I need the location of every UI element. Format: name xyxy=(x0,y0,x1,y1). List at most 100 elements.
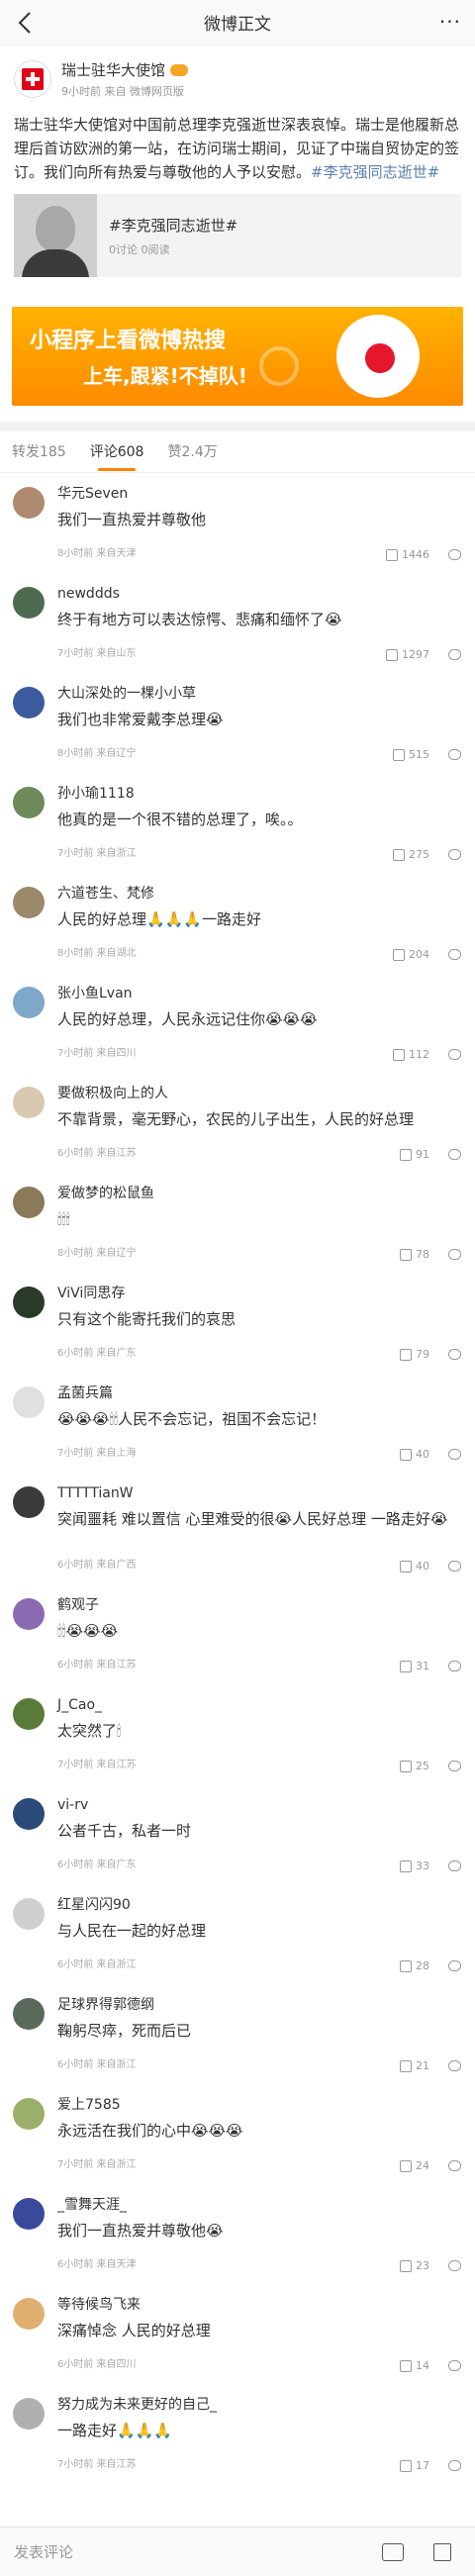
reply-icon[interactable] xyxy=(448,2160,461,2171)
reply-icon[interactable] xyxy=(448,949,461,960)
comment-author[interactable]: 要做积极向上的人 xyxy=(57,1085,461,1102)
avatar[interactable] xyxy=(13,1087,45,1118)
reply-icon[interactable] xyxy=(448,1249,461,1260)
reply-icon[interactable] xyxy=(448,1449,461,1460)
comment-item[interactable]: 大山深处的一棵小小草 我们也非常爱戴李总理😭 8小时前 来自辽宁 515 xyxy=(0,673,475,773)
comment-item[interactable]: _雪舞天涯_ 我们一直热爱并尊敬他😭 6小时前 来自天津 23 xyxy=(0,2184,475,2284)
avatar[interactable] xyxy=(13,1287,45,1318)
comment-like-button[interactable]: 78 xyxy=(400,1248,429,1261)
reply-icon[interactable] xyxy=(448,2260,461,2271)
tab-comments[interactable]: 评论608 xyxy=(90,431,143,473)
comment-like-button[interactable]: 204 xyxy=(393,948,429,961)
comment-item[interactable]: 张小鱼Lvan 人民的好总理，人民永远记住你😭😭😭 7小时前 来自四川 112 xyxy=(0,973,475,1073)
comment-author[interactable]: 爱做梦的松鼠鱼 xyxy=(57,1185,461,1202)
comment-author[interactable]: 六道苍生、梵修 xyxy=(57,885,461,903)
comment-input[interactable]: 发表评论 xyxy=(14,2541,382,2562)
comment-item[interactable]: 孙小瑜1118 他真的是一个很不错的总理了，唉。。 7小时前 来自浙江 275 xyxy=(0,773,475,873)
reply-icon[interactable] xyxy=(448,1761,461,1771)
comment-author[interactable]: TTTTTianW xyxy=(57,1484,461,1502)
avatar[interactable] xyxy=(13,787,45,818)
comment-like-button[interactable]: 31 xyxy=(400,1660,429,1672)
comment-author[interactable]: J_Cao_ xyxy=(57,1696,461,1714)
author-name[interactable]: 瑞士驻华大使馆 xyxy=(61,59,165,80)
tab-reposts[interactable]: 转发185 xyxy=(12,431,66,473)
comment-item[interactable]: J_Cao_ 太突然了🕯 7小时前 来自江苏 25 xyxy=(0,1684,475,1784)
comment-like-button[interactable]: 23 xyxy=(400,2259,429,2272)
comment-item[interactable]: 华元Seven 我们一直热爱并尊敬他 8小时前 来自天津 1446 xyxy=(0,473,475,573)
comment-item[interactable]: 红星闪闪90 与人民在一起的好总理 6小时前 来自浙江 28 xyxy=(0,1884,475,1984)
comment-like-button[interactable]: 17 xyxy=(400,2459,429,2472)
reply-icon[interactable] xyxy=(448,1149,461,1160)
reply-icon[interactable] xyxy=(448,1860,461,1871)
comment-author[interactable]: 等待候鸟飞来 xyxy=(57,2296,461,2314)
avatar[interactable] xyxy=(13,1998,45,2030)
tab-likes[interactable]: 赞2.4万 xyxy=(167,431,217,473)
avatar[interactable] xyxy=(13,2198,45,2230)
avatar[interactable] xyxy=(13,1187,45,1218)
avatar[interactable] xyxy=(13,1898,45,1930)
comment-like-button[interactable]: 40 xyxy=(400,1448,429,1461)
avatar[interactable] xyxy=(13,687,45,718)
reply-icon[interactable] xyxy=(448,849,461,860)
comment-item[interactable]: 要做积极向上的人 不靠背景，毫无野心，农民的儿子出生，人民的好总理 6小时前 来自江… xyxy=(0,1073,475,1173)
post-hashtag[interactable]: #李克强同志逝世# xyxy=(311,163,439,181)
comment-author[interactable]: 张小鱼Lvan xyxy=(57,985,461,1002)
reply-icon[interactable] xyxy=(448,649,461,660)
avatar[interactable] xyxy=(13,1698,45,1730)
comment-author[interactable]: 红星闪闪90 xyxy=(57,1896,461,1914)
comment-like-button[interactable]: 275 xyxy=(393,848,429,861)
comment-item[interactable]: 努力成为未来更好的自己_ 一路走好🙏🙏🙏 7小时前 来自江苏 17 xyxy=(0,2384,475,2484)
comment-like-button[interactable]: 1446 xyxy=(386,548,429,561)
reply-icon[interactable] xyxy=(448,749,461,760)
comment-item[interactable]: TTTTTianW 突闻噩耗 难以置信 心里难受的很😭人民好总理 一路走好😭 6小时… xyxy=(0,1473,475,1584)
comment-like-button[interactable]: 91 xyxy=(400,1148,429,1161)
avatar[interactable] xyxy=(13,1486,45,1518)
comment-item[interactable]: vi-rv 公者千古，私者一时 6小时前 来自广东 33 xyxy=(0,1784,475,1884)
comment-like-button[interactable]: 515 xyxy=(393,748,429,761)
comment-item[interactable]: 孟菌兵篇 😭😭😭🕯🕯人民不会忘记，祖国不会忘记！ 7小时前 来自上海 40 xyxy=(0,1373,475,1473)
comment-author[interactable]: vi-rv xyxy=(57,1796,461,1814)
avatar[interactable] xyxy=(13,1598,45,1630)
reply-icon[interactable] xyxy=(448,2460,461,2471)
reply-icon[interactable] xyxy=(448,1349,461,1360)
reply-icon[interactable] xyxy=(448,2060,461,2071)
comment-author[interactable]: newddds xyxy=(57,585,461,603)
back-arrow-icon[interactable] xyxy=(12,10,38,36)
comment-like-button[interactable]: 79 xyxy=(400,1348,429,1361)
comment-author[interactable]: _雪舞天涯_ xyxy=(57,2196,461,2214)
avatar[interactable] xyxy=(14,60,51,98)
reply-icon[interactable] xyxy=(448,1049,461,1060)
comment-like-button[interactable]: 25 xyxy=(400,1760,429,1772)
comment-like-button[interactable]: 33 xyxy=(400,1860,429,1872)
comment-like-button[interactable]: 28 xyxy=(400,1959,429,1972)
avatar[interactable] xyxy=(13,987,45,1018)
comment-author[interactable]: 鹤观子 xyxy=(57,1596,461,1614)
comment-like-button[interactable]: 24 xyxy=(400,2159,429,2172)
repost-icon[interactable] xyxy=(382,2542,404,2561)
avatar[interactable] xyxy=(13,587,45,619)
reply-icon[interactable] xyxy=(448,1661,461,1671)
comment-author[interactable]: 华元Seven xyxy=(57,485,461,503)
comment-like-button[interactable]: 40 xyxy=(400,1560,429,1573)
comment-item[interactable]: 鹤观子 🕯🕯😭😭😭 6小时前 来自江苏 31 xyxy=(0,1584,475,1684)
avatar[interactable] xyxy=(13,487,45,519)
comment-item[interactable]: 爱做梦的松鼠鱼 🕯🕯🕯 8小时前 来自辽宁 78 xyxy=(0,1173,475,1273)
reply-icon[interactable] xyxy=(448,2360,461,2371)
comment-author[interactable]: ViVi同思存 xyxy=(57,1285,461,1302)
comment-item[interactable]: 等待候鸟飞来 深痛悼念 人民的好总理 6小时前 来自四川 14 xyxy=(0,2284,475,2384)
comment-like-button[interactable]: 112 xyxy=(393,1048,429,1061)
comment-author[interactable]: 爱上7585 xyxy=(57,2096,461,2114)
avatar[interactable] xyxy=(13,2098,45,2130)
comment-item[interactable]: ViVi同思存 只有这个能寄托我们的哀思 6小时前 来自广东 79 xyxy=(0,1273,475,1373)
topic-card[interactable]: #李克强同志逝世# 0讨论 0阅读 xyxy=(14,194,461,277)
comment-author[interactable]: 努力成为未来更好的自己_ xyxy=(57,2396,461,2414)
comment-item[interactable]: newddds 终于有地方可以表达惊愕、悲痛和缅怀了😭 7小时前 来自山东 1297 xyxy=(0,573,475,673)
reply-icon[interactable] xyxy=(448,549,461,560)
avatar[interactable] xyxy=(13,1386,45,1418)
comment-item[interactable]: 六道苍生、梵修 人民的好总理🙏🙏🙏一路走好 8小时前 来自湖北 204 xyxy=(0,873,475,973)
like-icon[interactable] xyxy=(433,2542,451,2561)
comment-item[interactable]: 爱上7585 永远活在我们的心中😭😭😭 7小时前 来自浙江 24 xyxy=(0,2084,475,2184)
avatar[interactable] xyxy=(13,2398,45,2430)
more-dots-icon[interactable]: ··· xyxy=(439,10,461,34)
comment-author[interactable]: 大山深处的一棵小小草 xyxy=(57,685,461,703)
